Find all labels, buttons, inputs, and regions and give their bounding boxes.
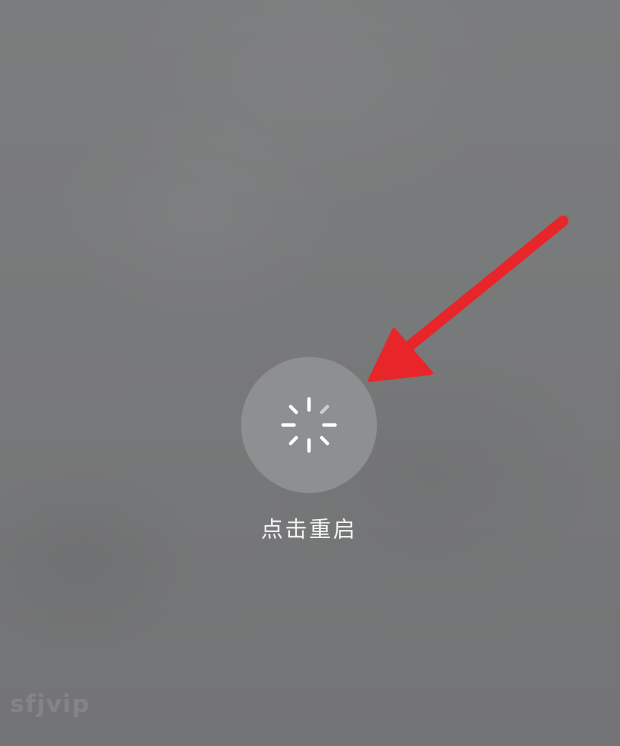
restart-button[interactable] xyxy=(241,357,377,493)
loading-spinner-icon xyxy=(281,397,337,453)
restart-label[interactable]: 点击重启 xyxy=(200,514,418,548)
watermark-text: sfjvip xyxy=(10,690,91,718)
